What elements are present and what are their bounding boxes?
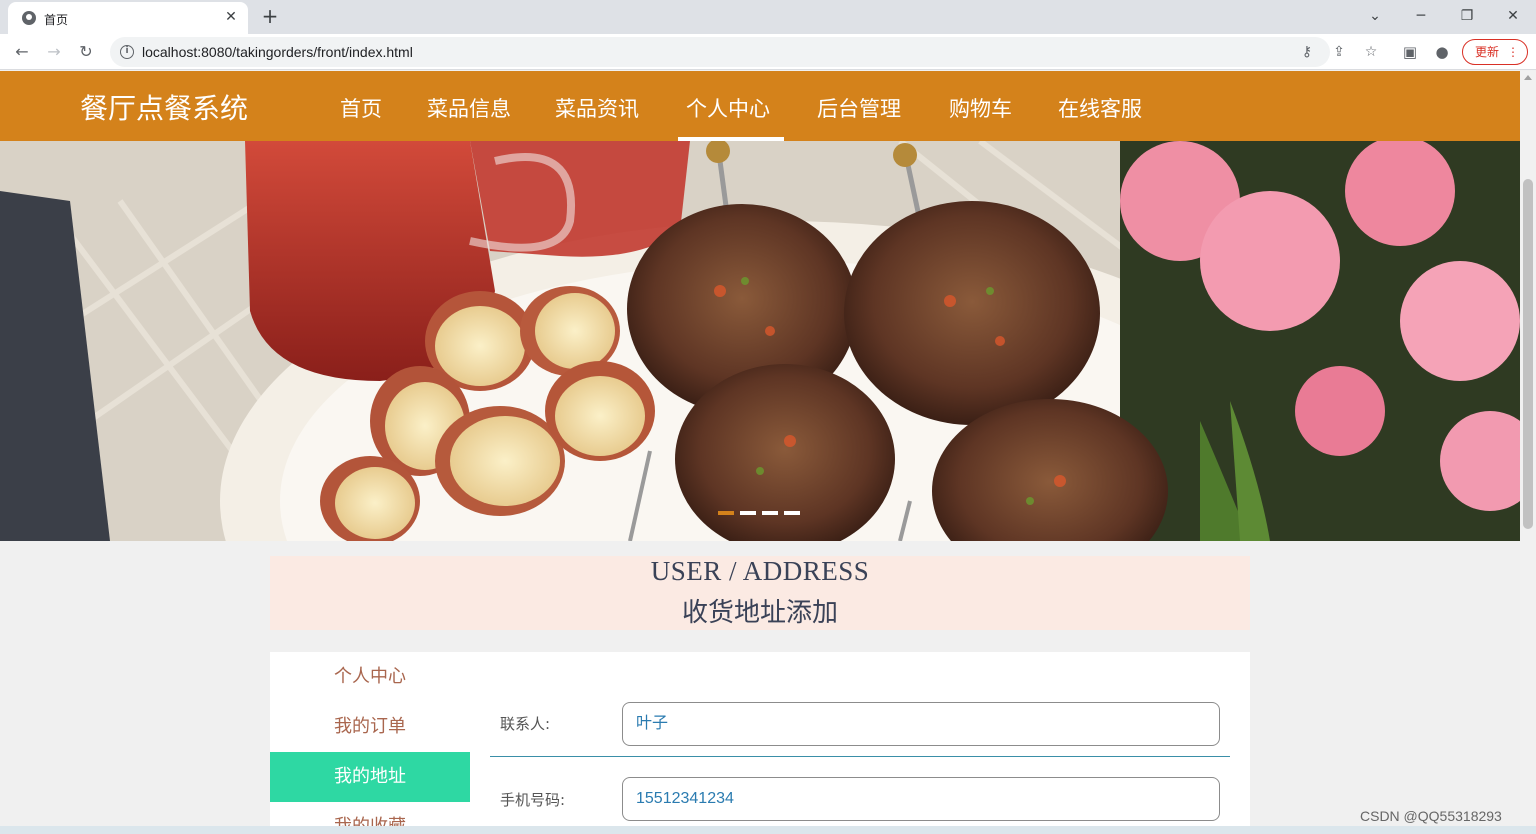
os-taskbar <box>0 826 1536 834</box>
tab-title: 首页 <box>44 13 69 27</box>
watermark-text: CSDN @QQ55318293 <box>1360 808 1502 824</box>
back-button[interactable]: ← <box>10 40 34 64</box>
site-info-icon[interactable]: i <box>120 45 134 59</box>
profile-icon[interactable]: ● <box>1430 40 1454 64</box>
banner-food-image <box>0 141 1520 541</box>
page-scrollbar[interactable] <box>1520 71 1536 834</box>
phone-label: 手机号码: <box>500 791 566 809</box>
update-button[interactable]: 更新 ⋮ <box>1462 39 1528 65</box>
carousel-dot-3[interactable] <box>762 511 778 515</box>
contact-label: 联系人: <box>500 715 551 733</box>
form-divider <box>490 756 1230 757</box>
nav-item-dishes[interactable]: 菜品信息 <box>427 93 511 123</box>
scroll-thumb[interactable] <box>1523 179 1533 529</box>
contact-input[interactable]: 叶子 <box>622 702 1220 746</box>
scroll-up-arrow-icon[interactable] <box>1524 75 1532 80</box>
carousel-dot-4[interactable] <box>784 511 800 515</box>
carousel-indicators <box>718 511 808 515</box>
more-menu-icon: ⋮ <box>1507 45 1519 59</box>
browser-tab[interactable]: 首页 ✕ <box>8 2 248 34</box>
carousel-dot-2[interactable] <box>740 511 756 515</box>
page-viewport: 餐厅点餐系统 首页 菜品信息 菜品资讯 个人中心 后台管理 购物车 在线客服 U… <box>0 71 1520 834</box>
nav-item-service[interactable]: 在线客服 <box>1058 93 1142 123</box>
browser-toolbar: ← → ↻ i localhost:8080/takingorders/fron… <box>0 34 1536 70</box>
side-panel-icon[interactable]: ▣ <box>1398 40 1422 64</box>
close-tab-icon[interactable]: ✕ <box>222 8 240 26</box>
forward-button[interactable]: → <box>42 40 66 64</box>
address-panel: 个人中心 我的订单 我的地址 我的收藏 联系人: 叶子 手机号码: 155123… <box>270 652 1250 834</box>
browser-tab-bar: 首页 ✕ + ⌄ ─ ❐ ✕ <box>0 0 1536 34</box>
site-header: 餐厅点餐系统 首页 菜品信息 菜品资讯 个人中心 后台管理 购物车 在线客服 <box>0 71 1520 141</box>
site-title: 餐厅点餐系统 <box>80 92 249 125</box>
address-bar[interactable]: i localhost:8080/takingorders/front/inde… <box>110 37 1377 67</box>
banner-carousel[interactable] <box>0 141 1520 541</box>
section-header: USER / ADDRESS 收货地址添加 <box>270 556 1250 630</box>
nav-item-news[interactable]: 菜品资讯 <box>555 93 639 123</box>
sidebar-item-orders[interactable]: 我的订单 <box>270 702 470 752</box>
nav-item-cart[interactable]: 购物车 <box>949 93 1012 123</box>
nav-item-profile[interactable]: 个人中心 <box>686 93 770 123</box>
close-window-button[interactable]: ✕ <box>1498 4 1528 28</box>
section-title-cn: 收货地址添加 <box>681 598 838 628</box>
share-icon[interactable]: ⇪ <box>1328 41 1350 63</box>
minimize-button[interactable]: ─ <box>1406 4 1436 28</box>
key-icon[interactable]: ⚷ <box>1296 41 1318 63</box>
new-tab-button[interactable]: + <box>258 5 282 29</box>
reload-button[interactable]: ↻ <box>74 40 98 64</box>
phone-input[interactable]: 15512341234 <box>622 777 1220 821</box>
tab-search-icon[interactable]: ⌄ <box>1360 4 1390 28</box>
bookmark-star-icon[interactable]: ☆ <box>1360 41 1382 63</box>
nav-item-home[interactable]: 首页 <box>340 93 382 123</box>
sidebar-item-address[interactable]: 我的地址 <box>270 752 470 802</box>
section-title-en: USER / ADDRESS <box>650 556 870 586</box>
url-text[interactable]: localhost:8080/takingorders/front/index.… <box>142 44 413 60</box>
carousel-dot-1[interactable] <box>718 511 734 515</box>
nav-item-admin[interactable]: 后台管理 <box>817 93 901 123</box>
sidebar-item-profile[interactable]: 个人中心 <box>270 652 470 702</box>
update-label: 更新 <box>1475 45 1500 59</box>
globe-icon <box>22 11 36 25</box>
restore-button[interactable]: ❐ <box>1452 4 1482 28</box>
